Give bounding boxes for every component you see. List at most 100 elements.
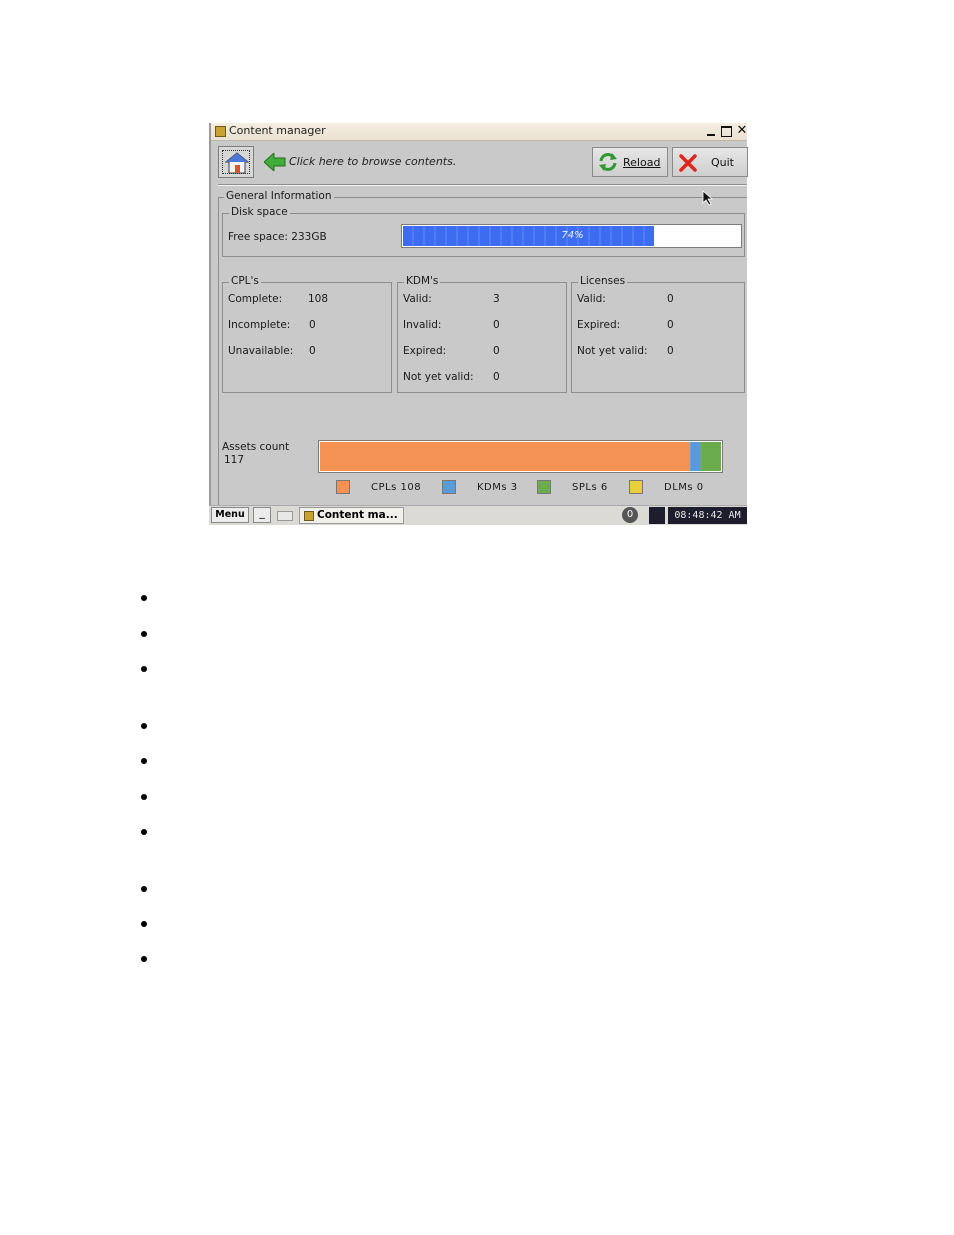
- license-expired-value: 0: [667, 319, 674, 331]
- minimize-icon[interactable]: [705, 125, 717, 137]
- assets-count-total: 117: [224, 454, 245, 466]
- home-button[interactable]: [218, 146, 254, 178]
- cpl-complete-label: Complete:: [228, 293, 283, 305]
- list-bullet: [141, 631, 147, 637]
- legend-swatch-cpls: [336, 480, 350, 494]
- kdm-valid-value: 3: [493, 293, 500, 305]
- license-not-yet-valid-row: Not yet valid: 0: [577, 345, 674, 357]
- legend-label-kdms: KDMs 3: [477, 482, 518, 493]
- taskbar-item-content-manager[interactable]: Content ma...: [299, 507, 404, 524]
- taskbar: Menu _ Content ma... 0 08:48:42 AM: [209, 505, 747, 525]
- cpl-unavailable-value: 0: [309, 345, 316, 357]
- tray-area: [649, 507, 665, 524]
- cpl-incomplete-value: 0: [309, 319, 316, 331]
- app-icon: [304, 511, 314, 521]
- kdm-not-yet-valid-row: Not yet valid: 0: [403, 371, 500, 383]
- keyboard-icon[interactable]: [277, 511, 293, 521]
- kdm-valid-label: Valid:: [403, 293, 432, 305]
- general-information-border: [218, 197, 219, 507]
- license-not-yet-valid-value: 0: [667, 345, 674, 357]
- list-bullet: [141, 723, 147, 729]
- notification-badge[interactable]: 0: [622, 507, 638, 523]
- arrow-left-icon[interactable]: [264, 153, 286, 171]
- assets-bar-segment-spls: [700, 442, 721, 471]
- mouse-cursor-icon: [702, 190, 714, 206]
- kdm-expired-label: Expired:: [403, 345, 447, 357]
- license-expired-label: Expired:: [577, 319, 621, 331]
- toolbar: Click here to browse contents. Reload Qu…: [211, 141, 748, 183]
- kdm-not-yet-valid-value: 0: [493, 371, 500, 383]
- legend-label-dlms: DLMs 0: [664, 482, 704, 493]
- app-icon: [215, 126, 226, 137]
- kdm-invalid-value: 0: [493, 319, 500, 331]
- list-bullet: [141, 921, 147, 927]
- kdm-invalid-label: Invalid:: [403, 319, 442, 331]
- license-valid-label: Valid:: [577, 293, 606, 305]
- toolbar-separator: [218, 184, 747, 186]
- assets-bar-segment-cpls: [320, 442, 691, 471]
- cpl-complete-row: Complete: 108: [228, 293, 328, 305]
- close-icon[interactable]: ✕: [736, 124, 748, 137]
- cpl-incomplete-row: Incomplete: 0: [228, 319, 316, 331]
- general-information-title: General Information: [224, 190, 334, 202]
- reload-button[interactable]: Reload: [592, 147, 668, 177]
- quit-icon: [679, 154, 697, 172]
- kdms-group: KDM's Valid: 3 Invalid: 0 Expired: 0 Not…: [397, 275, 567, 393]
- reload-icon: [599, 153, 617, 171]
- list-bullet: [141, 758, 147, 764]
- content-manager-window: Content manager ✕ Click here to browse c…: [209, 123, 748, 524]
- assets-bar-segment-kdms: [690, 442, 701, 471]
- list-bullet: [141, 886, 147, 892]
- disk-space-group: Disk space Free space: 233GB 74%: [222, 206, 745, 257]
- taskbar-item-label: Content ma...: [317, 509, 398, 521]
- license-valid-value: 0: [667, 293, 674, 305]
- license-not-yet-valid-label: Not yet valid:: [577, 345, 648, 357]
- legend-swatch-dlms: [629, 480, 643, 494]
- browse-contents-link[interactable]: Click here to browse contents.: [289, 155, 456, 168]
- disk-usage-percent: 74%: [561, 230, 584, 241]
- license-valid-row: Valid: 0: [577, 293, 674, 305]
- quit-button[interactable]: Quit: [672, 147, 748, 177]
- cpls-title: CPL's: [229, 275, 261, 287]
- list-bullet: [141, 595, 147, 601]
- legend-label-cpls: CPLs 108: [371, 482, 422, 493]
- reload-label: Reload: [623, 156, 661, 169]
- cpls-group: CPL's Complete: 108 Incomplete: 0 Unavai…: [222, 275, 392, 393]
- kdm-expired-row: Expired: 0: [403, 345, 500, 357]
- legend-swatch-spls: [537, 480, 551, 494]
- legend-label-spls: SPLs 6: [572, 482, 608, 493]
- menu-button[interactable]: Menu: [211, 507, 249, 523]
- list-bullet: [141, 666, 147, 672]
- disk-usage-progress: 74%: [401, 224, 742, 248]
- maximize-icon[interactable]: [721, 126, 732, 137]
- list-bullet: [141, 956, 147, 962]
- home-icon: [225, 152, 249, 174]
- kdms-title: KDM's: [404, 275, 441, 287]
- list-bullet: [141, 794, 147, 800]
- show-desktop-button[interactable]: _: [253, 507, 271, 523]
- kdm-expired-value: 0: [493, 345, 500, 357]
- title-bar[interactable]: Content manager ✕: [211, 123, 747, 141]
- licenses-group: Licenses Valid: 0 Expired: 0 Not yet val…: [571, 275, 745, 393]
- cpl-unavailable-label: Unavailable:: [228, 345, 294, 357]
- cpl-unavailable-row: Unavailable: 0: [228, 345, 316, 357]
- free-space-label: Free space: 233GB: [228, 231, 327, 243]
- assets-legend: CPLs 108 KDMs 3 SPLs 6 DLMs 0: [211, 480, 747, 498]
- window-title: Content manager: [229, 124, 326, 137]
- assets-stacked-bar: [318, 440, 723, 473]
- kdm-not-yet-valid-label: Not yet valid:: [403, 371, 474, 383]
- cpl-incomplete-label: Incomplete:: [228, 319, 291, 331]
- cpl-complete-value: 108: [308, 293, 329, 305]
- quit-label: Quit: [711, 156, 734, 169]
- license-expired-row: Expired: 0: [577, 319, 674, 331]
- legend-swatch-kdms: [442, 480, 456, 494]
- licenses-title: Licenses: [578, 275, 628, 287]
- assets-count-label: Assets count 117: [222, 441, 289, 467]
- kdm-valid-row: Valid: 3: [403, 293, 500, 305]
- list-bullet: [141, 829, 147, 835]
- assets-count-title: Assets count: [222, 441, 290, 453]
- assets-bar-chart: [320, 442, 721, 471]
- disk-space-title: Disk space: [229, 206, 290, 218]
- clock: 08:48:42 AM: [668, 507, 747, 524]
- kdm-invalid-row: Invalid: 0: [403, 319, 500, 331]
